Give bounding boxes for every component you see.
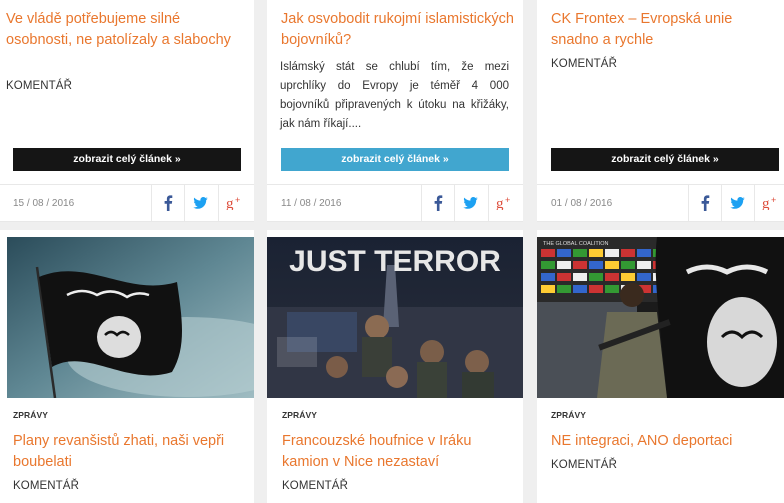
svg-text:g: g: [496, 196, 504, 210]
article-category[interactable]: KOMENTÁŘ: [13, 480, 79, 492]
twitter-icon: [463, 197, 478, 209]
google-plus-share-button[interactable]: g +: [754, 185, 784, 221]
facebook-icon: [434, 195, 442, 211]
facebook-icon: [164, 195, 172, 211]
google-plus-share-button[interactable]: g +: [218, 185, 250, 221]
article-excerpt: Islámský stát se chlubí tím, že mezi upr…: [280, 61, 509, 130]
section-label[interactable]: ZPRÁVY: [282, 410, 317, 420]
twitter-share-button[interactable]: [721, 185, 753, 221]
article-category[interactable]: KOMENTÁŘ: [6, 80, 72, 92]
article-card: CK Frontex – Evropská unie snadno a rych…: [537, 0, 784, 222]
google-plus-icon: g +: [762, 196, 776, 210]
google-plus-share-button[interactable]: g +: [488, 185, 520, 221]
read-more-button[interactable]: zobrazit celý článek »: [281, 148, 509, 171]
article-card: Ve vládě potřebujeme silné osobnosti, ne…: [0, 0, 254, 222]
twitter-share-button[interactable]: [454, 185, 486, 221]
just-terror-poster: JUST TERROR: [267, 237, 523, 398]
article-title[interactable]: Ve vládě potřebujeme silné osobnosti, ne…: [6, 9, 240, 51]
global-coalition-fighter: THE GLOBAL COALITION: [537, 237, 784, 398]
article-card: Jak osvobodit rukojmí islamistických boj…: [267, 0, 523, 222]
section-label[interactable]: ZPRÁVY: [551, 410, 586, 420]
facebook-share-button[interactable]: [688, 185, 720, 221]
article-title[interactable]: NE integraci, ANO deportaci: [551, 431, 781, 452]
facebook-share-button[interactable]: [151, 185, 183, 221]
article-title[interactable]: Francouzské houfnice v Iráku kamion v Ni…: [282, 431, 512, 473]
facebook-share-button[interactable]: [421, 185, 453, 221]
coalition-label: THE GLOBAL COALITION: [543, 241, 609, 247]
google-plus-icon: g +: [496, 196, 510, 210]
article-title[interactable]: Plany revanšistů zhati, naši vepři boube…: [13, 431, 243, 473]
poster-title: JUST TERROR: [289, 245, 501, 278]
article-category[interactable]: KOMENTÁŘ: [282, 480, 348, 492]
article-date: 15 / 08 / 2016: [13, 198, 75, 209]
svg-text:g: g: [226, 196, 234, 210]
article-thumbnail[interactable]: [7, 237, 254, 398]
article-thumbnail[interactable]: THE GLOBAL COALITION: [537, 237, 784, 398]
article-category[interactable]: KOMENTÁŘ: [551, 58, 617, 70]
read-more-button[interactable]: zobrazit celý článek »: [13, 148, 241, 171]
black-flag-photo: [7, 237, 254, 398]
article-date: 11 / 08 / 2016: [281, 198, 342, 209]
article-thumbnail[interactable]: JUST TERROR: [267, 237, 523, 398]
svg-text:+: +: [235, 196, 240, 205]
google-plus-icon: g +: [226, 196, 240, 210]
article-title[interactable]: CK Frontex – Evropská unie snadno a rych…: [551, 9, 754, 51]
article-meta: 01 / 08 / 2016 g +: [537, 184, 784, 222]
twitter-icon: [730, 197, 745, 209]
article-meta: 15 / 08 / 2016 g +: [0, 184, 254, 222]
article-meta: 11 / 08 / 2016 g +: [267, 184, 523, 222]
twitter-share-button[interactable]: [184, 185, 216, 221]
svg-text:+: +: [505, 196, 510, 205]
article-category[interactable]: KOMENTÁŘ: [551, 459, 617, 471]
article-title[interactable]: Jak osvobodit rukojmí islamistických boj…: [281, 9, 515, 51]
section-label[interactable]: ZPRÁVY: [13, 410, 48, 420]
svg-text:g: g: [762, 196, 770, 210]
svg-text:+: +: [771, 196, 776, 205]
facebook-icon: [701, 195, 709, 211]
read-more-button[interactable]: zobrazit celý článek »: [551, 148, 779, 171]
twitter-icon: [193, 197, 208, 209]
article-date: 01 / 08 / 2016: [551, 198, 613, 209]
